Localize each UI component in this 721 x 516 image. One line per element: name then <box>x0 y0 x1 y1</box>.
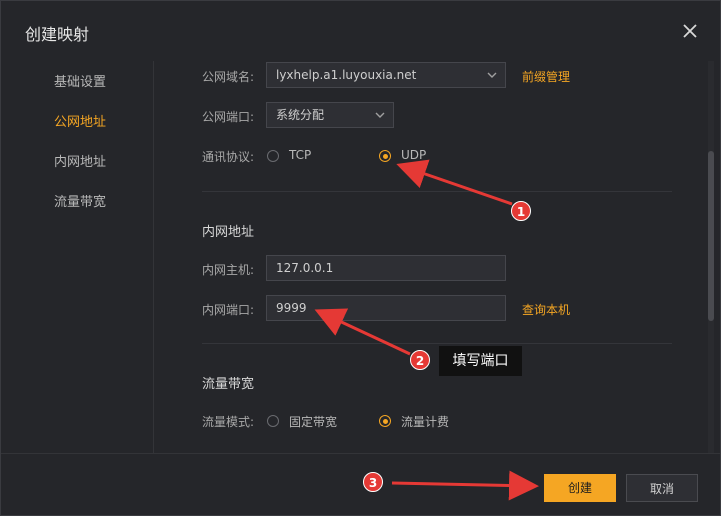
create-mapping-dialog: 创建映射 基础设置 公网地址 内网地址 流量带宽 公网域名: lyxhelp.a… <box>0 0 721 516</box>
internal-port-label: 内网端口: <box>202 303 255 317</box>
chevron-down-icon <box>375 112 385 118</box>
public-port-value: 系统分配 <box>276 108 325 122</box>
internal-section-title: 内网地址 <box>202 225 255 240</box>
query-local-link[interactable]: 查询本机 <box>522 301 570 318</box>
sidebar-item-internal-address[interactable]: 内网地址 <box>54 151 106 170</box>
dialog-footer: 创建 取消 <box>1 453 720 516</box>
prefix-management-link[interactable]: 前缀管理 <box>522 68 570 85</box>
protocol-label: 通讯协议: <box>202 150 255 164</box>
annotation-badge-2: 2 <box>410 350 430 370</box>
settings-content: 公网域名: lyxhelp.a1.luyouxia.net 前缀管理 公网端口:… <box>154 61 708 453</box>
public-port-select[interactable]: 系统分配 <box>266 102 394 128</box>
public-domain-label: 公网域名: <box>202 70 255 84</box>
dialog-title: 创建映射 <box>25 25 90 44</box>
public-domain-select[interactable]: lyxhelp.a1.luyouxia.net <box>266 62 506 88</box>
protocol-udp-label: UDP <box>401 148 427 162</box>
mode-radio-metered[interactable] <box>379 415 391 427</box>
public-domain-value: lyxhelp.a1.luyouxia.net <box>276 68 417 82</box>
traffic-mode-label: 流量模式: <box>202 415 255 429</box>
annotation-tip: 填写端口 <box>439 346 522 376</box>
mode-fixed-label: 固定带宽 <box>289 415 338 429</box>
section-divider <box>202 191 672 192</box>
sidebar: 基础设置 公网地址 内网地址 流量带宽 <box>1 61 154 453</box>
mode-radio-fixed[interactable] <box>267 415 279 427</box>
internal-host-value: 127.0.0.1 <box>276 261 334 275</box>
internal-host-input[interactable]: 127.0.0.1 <box>266 255 506 281</box>
protocol-radio-tcp[interactable] <box>267 150 279 162</box>
annotation-badge-3: 3 <box>363 472 383 492</box>
internal-host-label: 内网主机: <box>202 263 255 277</box>
cancel-button[interactable]: 取消 <box>626 474 698 502</box>
scrollbar-thumb[interactable] <box>708 151 714 321</box>
section-divider <box>202 343 672 344</box>
sidebar-item-basic-settings[interactable]: 基础设置 <box>54 71 106 90</box>
protocol-tcp-label: TCP <box>289 148 312 162</box>
protocol-radio-udp[interactable] <box>379 150 391 162</box>
bandwidth-section-title: 流量带宽 <box>202 377 255 392</box>
close-icon[interactable] <box>681 22 699 40</box>
sidebar-item-public-address[interactable]: 公网地址 <box>54 111 106 130</box>
internal-port-input[interactable]: 9999 <box>266 295 506 321</box>
public-port-label: 公网端口: <box>202 110 255 124</box>
annotation-badge-1: 1 <box>511 201 531 221</box>
mode-metered-label: 流量计费 <box>401 415 450 429</box>
sidebar-item-bandwidth[interactable]: 流量带宽 <box>54 191 106 210</box>
internal-port-value: 9999 <box>276 301 307 315</box>
create-button[interactable]: 创建 <box>544 474 616 502</box>
chevron-down-icon <box>487 72 497 78</box>
